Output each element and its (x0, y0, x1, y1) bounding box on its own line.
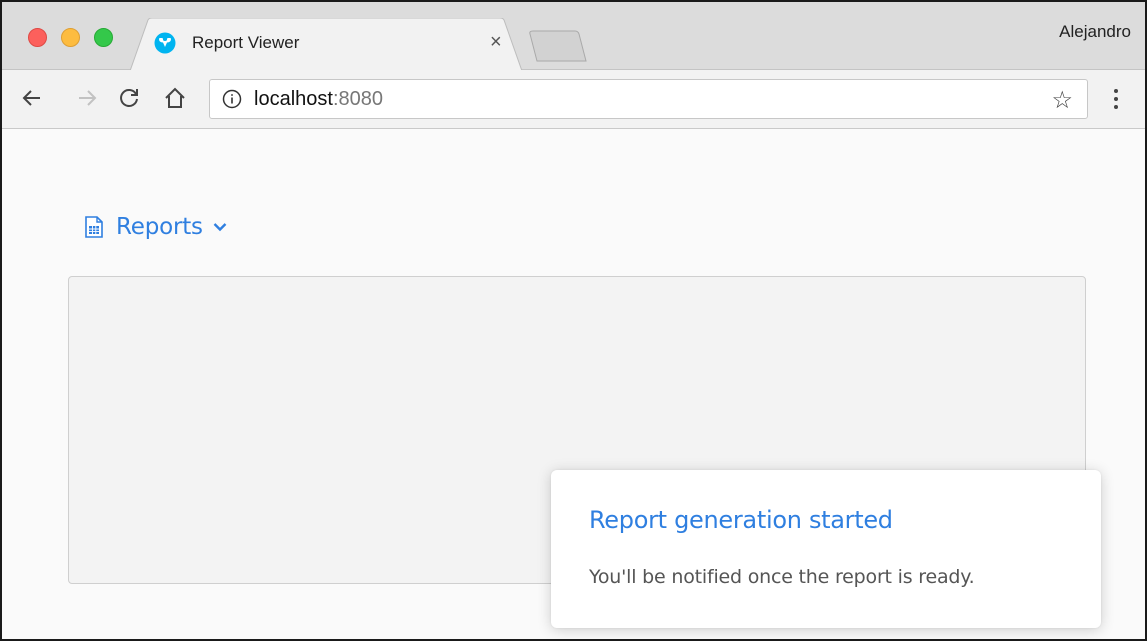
reports-menu-label: Reports (116, 214, 203, 240)
window-minimize-button[interactable] (61, 28, 80, 47)
tab-title: Report Viewer (192, 33, 300, 52)
tab-close-icon[interactable]: × (490, 32, 502, 52)
star-icon[interactable]: ☆ (1051, 86, 1073, 115)
url-port: :8080 (332, 88, 383, 110)
notification-toast[interactable]: Report generation started You'll be noti… (551, 470, 1101, 628)
browser-toolbar: localhost:8080 ☆ (2, 70, 1145, 129)
notification-title: Report generation started (589, 506, 893, 534)
chevron-down-icon (213, 223, 227, 232)
home-icon[interactable] (162, 85, 188, 111)
window-close-button[interactable] (28, 28, 47, 47)
url-host: localhost (254, 88, 333, 110)
document-icon (85, 216, 103, 238)
arrow-right-icon[interactable] (75, 85, 101, 111)
tab-report-viewer[interactable]: Report Viewer × (130, 18, 522, 71)
url-text[interactable]: localhost:8080 (254, 88, 383, 111)
notification-message: You'll be notified once the report is re… (589, 566, 975, 588)
page-content: Reports Report generation started You'll… (2, 130, 1145, 639)
window-maximize-button[interactable] (94, 28, 113, 47)
arrow-left-icon[interactable] (19, 85, 45, 111)
tab-strip: Report Viewer × Alejandro (2, 2, 1145, 71)
new-tab-button[interactable] (529, 30, 587, 62)
address-bar[interactable]: localhost:8080 ☆ (209, 79, 1088, 119)
reload-icon[interactable] (116, 85, 142, 111)
tab-shape (130, 18, 522, 71)
browser-window: Report Viewer × Alejandro localhost:8080… (0, 0, 1147, 641)
vaadin-logo-icon (154, 32, 176, 54)
info-icon[interactable] (222, 89, 242, 109)
kebab-menu-icon[interactable] (1106, 84, 1126, 114)
profile-name[interactable]: Alejandro (1059, 22, 1131, 42)
reports-menu[interactable]: Reports (85, 210, 227, 244)
